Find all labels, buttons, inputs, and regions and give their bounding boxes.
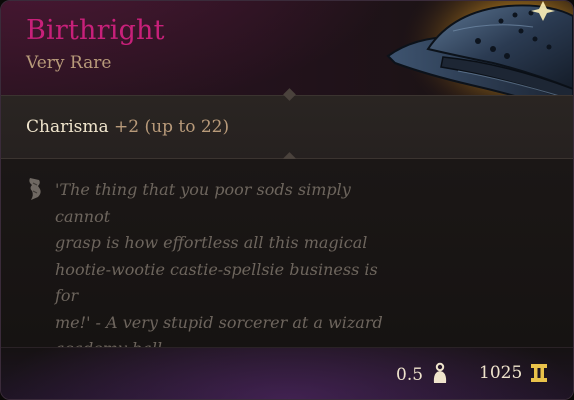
flavor-line: grasp is how effortless all this magical xyxy=(55,233,368,252)
flavor-line: me!' - A very stupid sorcerer at a wizar… xyxy=(55,312,383,332)
flavor-text: 'The thing that you poor sods simply can… xyxy=(55,177,405,363)
quill-icon xyxy=(29,178,41,200)
gold-coin-icon xyxy=(531,364,547,382)
property-value: +2 (up to 22) xyxy=(114,117,230,137)
price-value: 1025 xyxy=(479,363,523,383)
item-name: Birthright xyxy=(26,15,165,46)
flavor-line: 'The thing that you poor sods simply can… xyxy=(55,180,351,226)
property-line[interactable]: Charisma +2 (up to 22) xyxy=(26,117,229,137)
weight-value: 0.5 xyxy=(396,365,424,385)
item-tooltip: Birthright Very Rare Charisma +2 (up to … xyxy=(0,0,574,400)
flavor-line: hootie-wootie castie-spellsie business i… xyxy=(55,259,378,306)
property-name: Charisma xyxy=(26,117,109,137)
weight-icon xyxy=(433,362,447,383)
item-rarity: Very Rare xyxy=(26,53,112,73)
